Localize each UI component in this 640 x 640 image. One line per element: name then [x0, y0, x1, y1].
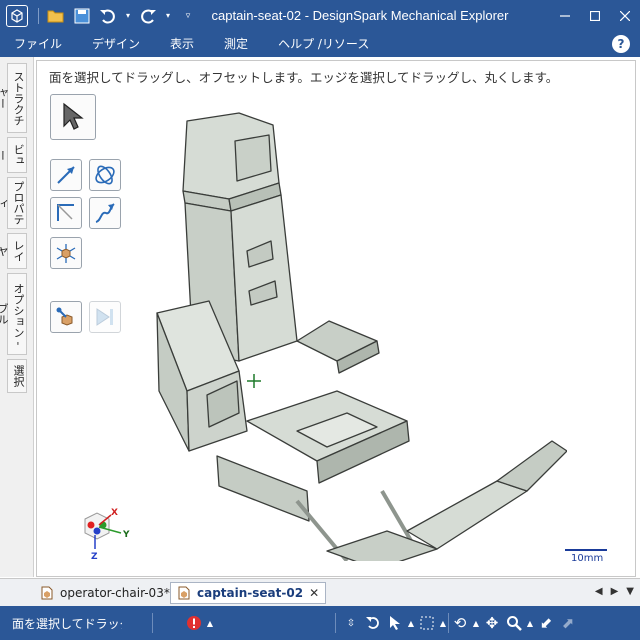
axis-z-label: Z [91, 552, 98, 561]
close-tab-icon[interactable]: ✕ [309, 586, 319, 600]
redo-dropdown-icon[interactable]: ▾ [163, 5, 173, 27]
window-title: captain-seat-02 - DesignSpark Mechanical… [211, 8, 509, 23]
quick-access-toolbar: ▾ ▾ ▿ [36, 5, 199, 27]
blend-curve-icon [95, 203, 115, 223]
play-animation-button[interactable] [89, 301, 121, 333]
design-viewport[interactable]: 面を選択してドラッグし、オフセットします。エッジを選択してドラッグし、丸くします… [36, 60, 636, 577]
status-bar: 面を選択してドラッグし、オフセットします。 ▲ ⇳ ▲ ▲ ⟲ ▲ ✥ ▲ ⬋ … [0, 606, 640, 640]
fill-tool-button[interactable] [50, 197, 82, 229]
minimize-button[interactable] [550, 0, 580, 31]
zoom-icon[interactable] [503, 612, 525, 634]
menu-measure[interactable]: 測定 [210, 31, 264, 57]
tab-list-icon[interactable]: ▼ [626, 586, 634, 597]
undo-status-icon[interactable] [362, 612, 384, 634]
axis-y-label: Y [122, 530, 130, 540]
orbit-icon[interactable]: ⟲ [449, 612, 471, 634]
open-folder-icon[interactable] [45, 5, 67, 27]
pull-tool-button[interactable] [50, 159, 82, 191]
tab-structure[interactable]: ストラクチャー [0, 63, 27, 133]
menu-design[interactable]: デザイン [78, 31, 156, 57]
select-mode-dropdown-icon[interactable]: ▲ [406, 612, 416, 634]
scale-bar: 10mm [565, 549, 607, 569]
origin-crosshair-icon [247, 374, 261, 388]
assembly-box-icon [56, 307, 73, 326]
axis-x-label: X [111, 508, 118, 518]
document-tabs: operator-chair-03* captain-seat-02 ✕ ◀ ▶… [0, 578, 640, 606]
tab-next-icon[interactable]: ▶ [611, 586, 619, 597]
cursor-arrow-icon [63, 102, 84, 130]
seat-model-3d[interactable] [147, 91, 567, 561]
document-icon [41, 586, 53, 600]
axis-triad[interactable]: X Y Z [77, 501, 137, 561]
tab-view[interactable]: ビュー [0, 137, 27, 173]
save-icon[interactable] [71, 5, 93, 27]
tab-captain-seat[interactable]: captain-seat-02 ✕ [170, 582, 327, 604]
close-button[interactable] [610, 0, 640, 31]
select-tool-button[interactable] [50, 94, 96, 140]
scale-label: 10mm [571, 553, 604, 564]
title-bar: ▾ ▾ ▿ captain-seat-02 - DesignSpark Mech… [0, 0, 640, 31]
undo-icon[interactable] [97, 5, 119, 27]
app-icon[interactable] [6, 4, 28, 27]
side-panel-tabs: ストラクチャー ビュー プロパティ レイヤ オプション - ブル 選択 [0, 57, 34, 577]
fill-corner-icon [57, 204, 74, 221]
zoom-dropdown-icon[interactable]: ▲ [525, 612, 535, 634]
tab-operator-chair[interactable]: operator-chair-03* [34, 582, 176, 604]
tab-prev-icon[interactable]: ◀ [595, 586, 603, 597]
explode-tool-button[interactable] [50, 237, 82, 269]
error-icon[interactable] [183, 612, 205, 634]
menu-file[interactable]: ファイル [0, 31, 78, 57]
previous-view-icon[interactable]: ⬋ [535, 612, 557, 634]
help-icon[interactable]: ? [612, 35, 630, 53]
document-icon [178, 586, 190, 600]
pull-arrow-icon [57, 166, 75, 184]
status-text: 面を選択してドラッグし、オフセットします。 [12, 616, 122, 631]
blend-tool-button[interactable] [89, 197, 121, 229]
tab-label: captain-seat-02 [197, 586, 304, 600]
menu-display[interactable]: 表示 [156, 31, 210, 57]
tab-selection[interactable]: 選択 [7, 359, 27, 393]
tab-navigation: ◀ ▶ ▼ [595, 586, 634, 597]
select-mode-icon[interactable] [384, 612, 406, 634]
tab-label: operator-chair-03* [60, 586, 170, 600]
orbit-dropdown-icon[interactable]: ▲ [471, 612, 481, 634]
assembly-tool-button[interactable] [50, 301, 82, 333]
tool-hint: 面を選択してドラッグし、オフセットします。エッジを選択してドラッグし、丸くします… [49, 70, 559, 85]
play-icon [96, 308, 113, 326]
error-dropdown-icon[interactable]: ▲ [205, 612, 215, 634]
menu-help-resources[interactable]: ヘルプ /リソース [264, 31, 385, 57]
redo-icon[interactable] [137, 5, 159, 27]
menu-bar: ファイル デザイン 表示 測定 ヘルプ /リソース ? [0, 31, 640, 57]
explode-box-icon [56, 244, 76, 263]
tab-options[interactable]: オプション - ブル [0, 273, 27, 355]
move-orbit-icon [95, 165, 115, 185]
window-controls [550, 0, 640, 31]
box-select-dropdown-icon[interactable]: ▲ [438, 612, 448, 634]
tab-properties[interactable]: プロパティ [0, 177, 27, 229]
spin-icon[interactable]: ⇳ [340, 612, 362, 634]
pan-icon[interactable]: ✥ [481, 612, 503, 634]
move-tool-button[interactable] [89, 159, 121, 191]
maximize-button[interactable] [580, 0, 610, 31]
box-select-icon[interactable] [416, 612, 438, 634]
tab-layers[interactable]: レイヤ [0, 233, 27, 269]
next-view-icon[interactable]: ⬈ [557, 612, 579, 634]
undo-dropdown-icon[interactable]: ▾ [123, 5, 133, 27]
